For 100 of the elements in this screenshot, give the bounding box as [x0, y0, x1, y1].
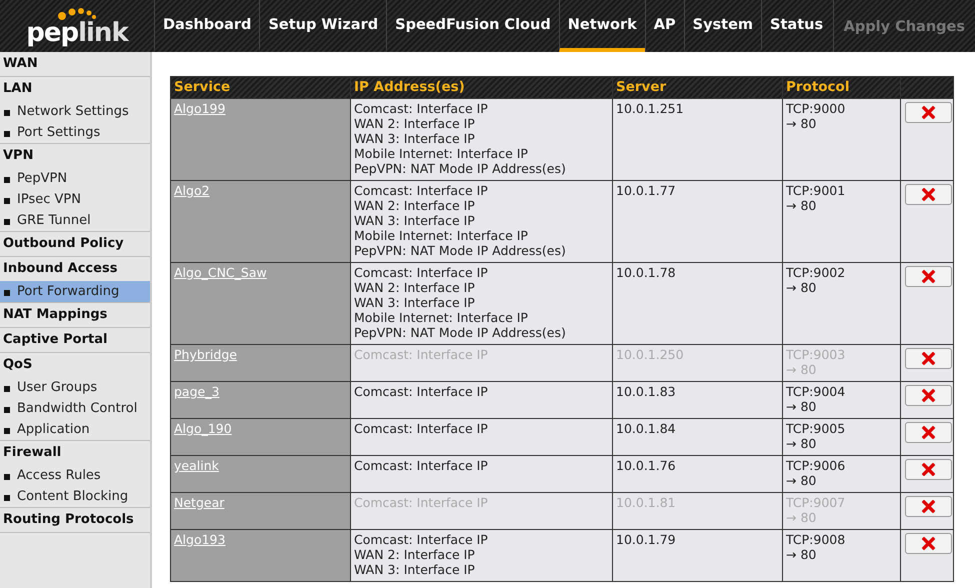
sidebar-item-label: IPsec VPN: [17, 192, 81, 207]
table-cell: 10.0.1.83: [612, 382, 782, 418]
table-cell: TCP:9006 → 80: [782, 456, 900, 492]
bullet-icon: [4, 474, 10, 480]
x-icon: [922, 500, 935, 513]
nav-tab[interactable]: System: [684, 0, 762, 52]
x-icon: [922, 463, 935, 476]
table-cell: Comcast: Interface IP: [350, 382, 612, 418]
sidebar-item[interactable]: Port Forwarding: [0, 281, 150, 302]
column-header: Service: [170, 76, 350, 98]
sidebar-section[interactable]: Firewall: [0, 441, 150, 465]
table-cell: TCP:9007 → 80: [782, 492, 900, 530]
sidebar-item-label: Application: [17, 422, 90, 437]
delete-button[interactable]: [905, 102, 952, 123]
bullet-icon: [4, 407, 10, 413]
bullet-icon: [4, 177, 10, 183]
delete-button[interactable]: [905, 184, 952, 205]
table-cell: TCP:9000 → 80: [782, 98, 900, 180]
delete-button[interactable]: [905, 266, 952, 287]
table-cell: 10.0.1.76: [612, 456, 782, 492]
table-cell: TCP:9003 → 80: [782, 344, 900, 382]
sidebar-item-label: Bandwidth Control: [17, 401, 138, 416]
table-cell: TCP:9004 → 80: [782, 382, 900, 418]
bullet-icon: [4, 495, 10, 501]
bullet-icon: [4, 219, 10, 225]
x-icon: [922, 352, 935, 365]
logo: peplink: [26, 20, 128, 46]
column-header: IP Address(es): [350, 76, 612, 98]
sidebar-item[interactable]: Content Blocking: [0, 486, 150, 507]
nav-tab[interactable]: Status: [761, 0, 832, 52]
sidebar-item[interactable]: Network Settings: [0, 101, 150, 122]
table-cell: Comcast: Interface IP: [350, 344, 612, 382]
sidebar-section[interactable]: WAN: [0, 52, 150, 76]
table-cell: Comcast: Interface IP WAN 2: Interface IP WAN 3: Interface IP Mobile Internet: Interface IP PepVPN: NAT Mode IP Address(es): [350, 98, 612, 180]
sidebar-item-label: User Groups: [17, 380, 98, 395]
table-cell: Comcast: Interface IP: [350, 418, 612, 456]
bullet-icon: [4, 198, 10, 204]
bullet-icon: [4, 131, 10, 137]
table-cell: 10.0.1.79: [612, 530, 782, 582]
bullet-icon: [4, 428, 10, 434]
sidebar-item-label: Network Settings: [17, 104, 129, 119]
sidebar-item[interactable]: PepVPN: [0, 168, 150, 189]
column-header: Server: [612, 76, 782, 98]
x-icon: [922, 270, 935, 283]
table-cell: Comcast: Interface IP WAN 2: Interface IP WAN 3: Interface IP Mobile Internet: Interface IP PepVPN: NAT Mode IP Address(es): [350, 180, 612, 262]
table-cell: 10.0.1.250: [612, 344, 782, 382]
delete-button[interactable]: [905, 422, 952, 443]
table-cell: 10.0.1.251: [612, 98, 782, 180]
nav-tab[interactable]: Setup Wizard: [259, 0, 386, 52]
sidebar-item[interactable]: IPsec VPN: [0, 189, 150, 210]
sidebar-section[interactable]: LAN: [0, 77, 150, 101]
bullet-icon: [4, 290, 10, 296]
table-cell: Comcast: Interface IP: [350, 456, 612, 492]
table-cell: TCP:9002 → 80: [782, 262, 900, 344]
sidebar-item-label: Content Blocking: [17, 489, 128, 504]
delete-button[interactable]: [905, 348, 952, 369]
bullet-icon: [4, 386, 10, 392]
table-cell: TCP:9008 → 80: [782, 530, 900, 582]
table-cell: TCP:9001 → 80: [782, 180, 900, 262]
sidebar-item[interactable]: Application: [0, 419, 150, 440]
nav-tab[interactable]: AP: [644, 0, 684, 52]
delete-button[interactable]: [905, 533, 952, 554]
table-cell: Comcast: Interface IP: [350, 492, 612, 530]
sidebar-item-label: Port Settings: [17, 125, 100, 140]
sidebar-item-label: Port Forwarding: [17, 284, 120, 299]
x-icon: [922, 106, 935, 119]
sidebar-item[interactable]: User Groups: [0, 377, 150, 398]
nav-tab[interactable]: SpeedFusion Cloud: [386, 0, 559, 52]
table-cell: 10.0.1.84: [612, 418, 782, 456]
nav-tab[interactable]: Dashboard: [154, 0, 260, 52]
delete-button[interactable]: [905, 385, 952, 406]
nav-tab[interactable]: Network: [558, 0, 645, 52]
sidebar-section[interactable]: Outbound Policy: [0, 232, 150, 256]
table-cell: 10.0.1.81: [612, 492, 782, 530]
sidebar-item[interactable]: Bandwidth Control: [0, 398, 150, 419]
sidebar-item[interactable]: GRE Tunnel: [0, 210, 150, 231]
table-cell: Comcast: Interface IP WAN 2: Interface IP WAN 3: Interface IP: [350, 530, 612, 582]
sidebar-section[interactable]: Captive Portal: [0, 328, 150, 352]
sidebar-item-label: PepVPN: [17, 171, 68, 186]
sidebar-section[interactable]: VPN: [0, 144, 150, 168]
sidebar-section[interactable]: NAT Mappings: [0, 303, 150, 327]
sidebar-item[interactable]: Port Settings: [0, 122, 150, 143]
x-icon: [922, 537, 935, 550]
x-icon: [922, 188, 935, 201]
table-cell: Comcast: Interface IP WAN 2: Interface IP WAN 3: Interface IP Mobile Internet: Interface IP PepVPN: NAT Mode IP Address(es): [350, 262, 612, 344]
dots-icon: [57, 8, 97, 20]
column-header: Protocol: [782, 76, 900, 98]
delete-button[interactable]: [905, 496, 952, 517]
table-cell: TCP:9005 → 80: [782, 418, 900, 456]
bullet-icon: [4, 110, 10, 116]
sidebar-section[interactable]: Routing Protocols: [0, 508, 150, 532]
sidebar-item-label: GRE Tunnel: [17, 213, 91, 228]
sidebar-item[interactable]: Access Rules: [0, 465, 150, 486]
sidebar-section[interactable]: Inbound Access: [0, 257, 150, 281]
delete-button[interactable]: [905, 459, 952, 480]
x-icon: [922, 426, 935, 439]
x-icon: [922, 389, 935, 402]
sidebar-section[interactable]: QoS: [0, 353, 150, 377]
table-cell: 10.0.1.78: [612, 262, 782, 344]
table-cell: 10.0.1.77: [612, 180, 782, 262]
